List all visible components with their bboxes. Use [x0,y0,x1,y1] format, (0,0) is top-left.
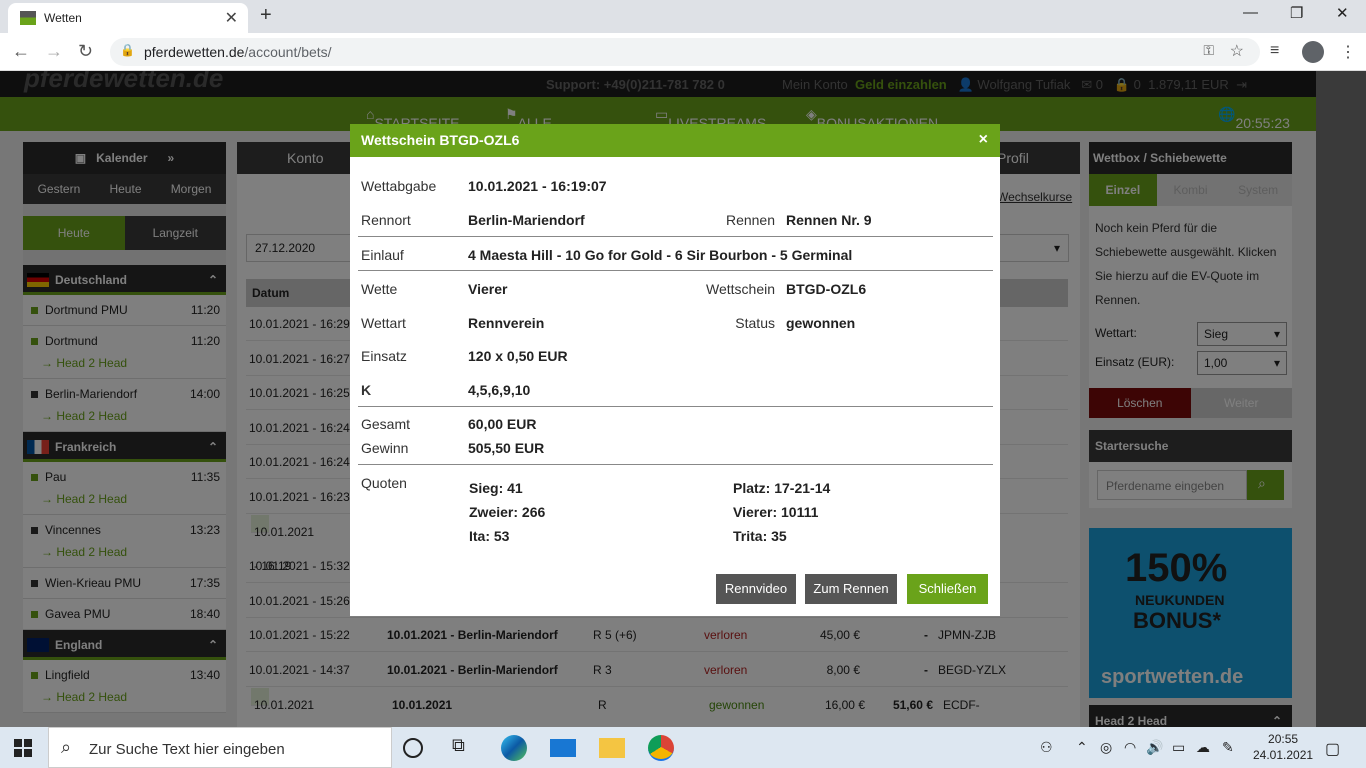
backdrop-edge [1316,71,1366,727]
windows-start-icon[interactable] [14,739,32,757]
quote-vierer: Vierer: 10111 [733,504,819,520]
maximize-icon[interactable]: ❐ [1290,4,1303,22]
browser-tabbar: Wetten ✕ + — ❐ ✕ [0,0,1366,33]
people-icon[interactable]: ⚇ [1040,739,1053,756]
task-view-icon[interactable]: ⧉ [452,735,478,761]
zum-rennen-button[interactable]: Zum Rennen [805,574,897,604]
quote-platz: Platz: 17-21-14 [733,480,831,496]
einlauf-value: 4 Maesta Hill - 10 Go for Gold - 6 Sir B… [468,247,853,263]
quote-trita: Trita: 35 [733,528,787,544]
wettschein-label: Wettschein [706,281,775,297]
dialog-header: Wettschein BTGD-OZL6 × [350,124,1000,157]
tab-close-icon[interactable]: ✕ [225,8,238,28]
forward-icon[interactable]: → [45,41,63,62]
minimize-icon[interactable]: — [1243,4,1258,21]
quoten-label: Quoten [361,475,407,491]
gesamt-value: 60,00 EUR [468,416,537,432]
meet-now-icon[interactable]: ◎ [1100,739,1112,756]
k-label: K [361,382,372,398]
wettschein-dialog: Wettschein BTGD-OZL6 × Wettabgabe 10.01.2… [350,124,1000,616]
pen-icon[interactable]: ✎ [1222,739,1234,756]
tray-chevron-up-icon[interactable]: ⌃ [1076,739,1088,756]
status-value: gewonnen [786,315,856,331]
wettschein-value: BTGD-OZL6 [786,281,867,297]
edge-icon[interactable] [501,735,527,761]
wettabgabe-label: Wettabgabe [361,178,437,194]
einsatz-label: Einsatz [361,348,407,364]
browser-tab[interactable]: Wetten ✕ [8,3,248,33]
back-icon[interactable]: ← [12,41,30,62]
file-explorer-icon[interactable] [599,738,625,758]
url-field[interactable]: 🔒 pferdewetten.de/account/bets/ ⚿ ☆ [110,38,1260,66]
reload-icon[interactable]: ↻ [78,41,93,62]
gewinn-label: Gewinn [361,440,409,456]
gewinn-value: 505,50 EUR [468,440,545,456]
wifi-icon[interactable]: ◠ [1124,739,1136,756]
reading-list-icon[interactable]: ≡ [1270,42,1279,60]
profile-avatar[interactable] [1302,41,1324,63]
bookmark-star-icon[interactable]: ☆ [1230,41,1244,61]
volume-icon[interactable]: 🔊 [1146,739,1163,756]
taskbar: ⌕ Zur Suche Text hier eingeben ⧉ ⚇ ⌃ ◎ ◠… [0,727,1366,768]
rennen-value: Rennen Nr. 9 [786,212,872,228]
schliessen-button[interactable]: Schließen [907,574,988,604]
taskbar-search-input[interactable]: ⌕ Zur Suche Text hier eingeben [48,727,392,768]
search-icon: ⌕ [61,737,72,757]
menu-icon[interactable]: ⋮ [1340,42,1356,62]
rennen-label: Rennen [725,212,775,228]
gesamt-label: Gesamt [361,416,411,432]
address-bar: ← → ↻ 🔒 pferdewetten.de/account/bets/ ⚿ … [0,33,1366,71]
quote-zweier: Zweier: 266 [469,504,546,520]
mail-app-icon[interactable] [550,739,576,757]
lock-icon: 🔒 [120,43,135,57]
weather-icon[interactable]: ☁ [1196,739,1210,756]
tab-title: Wetten [44,11,82,25]
wettabgabe-value: 10.01.2021 - 16:19:07 [468,178,607,194]
status-label: Status [735,315,775,331]
url-text: pferdewetten.de/account/bets/ [144,44,332,60]
einlauf-label: Einlauf [361,247,404,263]
k-value: 4,5,6,9,10 [468,382,531,398]
taskbar-clock[interactable]: 20:55 24.01.2021 [1253,731,1313,763]
taskbar-search-placeholder: Zur Suche Text hier eingeben [89,741,285,758]
cortana-icon[interactable] [403,738,423,758]
favicon-icon [20,11,36,25]
quote-ita: Ita: 53 [469,528,510,544]
einsatz-value: 120 x 0,50 EUR [468,348,568,364]
window-close-icon[interactable]: ✕ [1336,4,1349,22]
chrome-icon[interactable] [648,735,674,761]
close-icon[interactable]: × [979,131,988,149]
quote-sieg: Sieg: 41 [469,480,523,496]
battery-icon[interactable]: ▭ [1172,739,1185,756]
rennvideo-button[interactable]: Rennvideo [716,574,796,604]
new-tab-icon[interactable]: + [260,4,272,27]
dialog-title: Wettschein BTGD-OZL6 [361,132,520,148]
key-icon[interactable]: ⚿ [1203,42,1214,59]
notifications-icon[interactable]: ▢ [1325,739,1340,759]
